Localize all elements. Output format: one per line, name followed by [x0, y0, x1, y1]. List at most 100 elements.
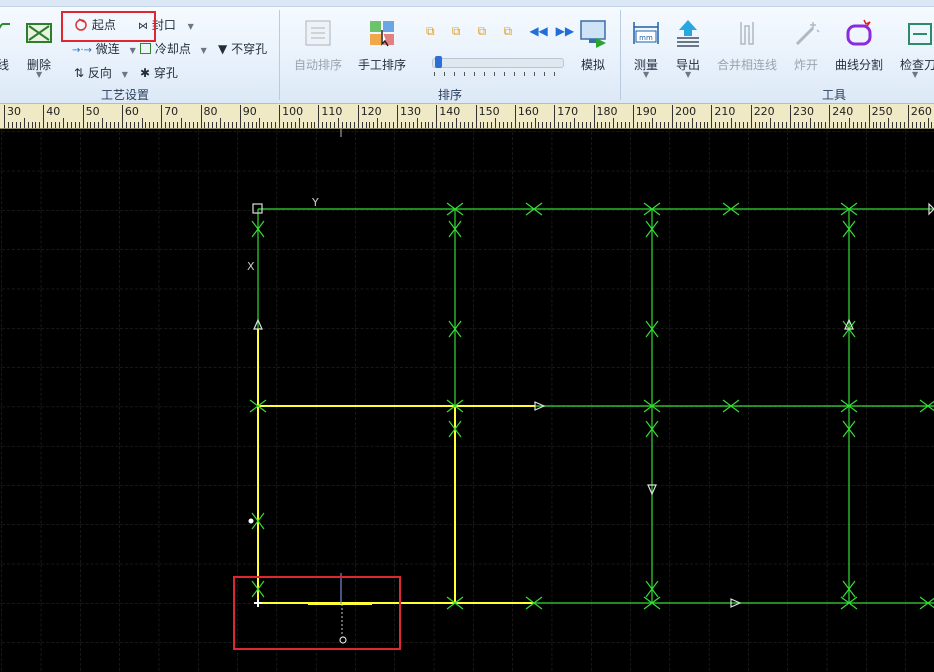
- ruler-label: 100: [282, 105, 304, 118]
- ruler-tick: [790, 105, 791, 128]
- ruler-tick: [581, 122, 583, 128]
- seal-dropdown-caret[interactable]: ▼: [188, 22, 194, 31]
- ruler-tick: [510, 122, 512, 128]
- ruler-tick: [389, 122, 391, 128]
- delete-dropdown-caret[interactable]: ▼: [36, 70, 42, 79]
- explode-button[interactable]: 炸开: [788, 18, 824, 72]
- ruler-tick: [923, 122, 925, 128]
- sort-next-icon[interactable]: ⧉: [478, 24, 492, 39]
- auto-sort-icon: [305, 20, 331, 46]
- delete-button[interactable]: 删除 ▼: [22, 18, 56, 79]
- axis-y-label: Y: [311, 196, 319, 209]
- ruler-label: 130: [400, 105, 421, 118]
- ruler-tick: [538, 122, 540, 128]
- rewind-icon[interactable]: ◀◀: [529, 24, 547, 38]
- ruler-tick: [373, 122, 375, 128]
- cooling-point-button[interactable]: 冷却点 ▼: [140, 40, 207, 57]
- ruler-tick: [727, 122, 729, 128]
- ruler-label: 250: [871, 105, 893, 118]
- ruler-tick: [593, 105, 595, 128]
- reverse-button[interactable]: ⇅ 反向 ▼: [74, 64, 128, 81]
- sort-order-icons: ⧉ ⧉ ⧉ ⧉ ◀◀ ▶▶: [426, 24, 574, 39]
- ruler-tick: [621, 122, 622, 128]
- sort-first-icon[interactable]: ⧉: [426, 24, 440, 39]
- ruler-tick: [876, 122, 878, 128]
- monitor-play-icon: [580, 20, 606, 48]
- ruler-tick: [133, 122, 135, 128]
- pierce-button[interactable]: ✱ 穿孔: [140, 64, 178, 81]
- ruler-tick: [330, 122, 332, 128]
- cooling-point-dropdown-caret[interactable]: ▼: [201, 46, 207, 55]
- ruler-tick: [432, 122, 434, 128]
- export-dropdown-caret[interactable]: ▼: [685, 70, 691, 79]
- ruler-tick: [467, 122, 469, 128]
- no-pierce-button[interactable]: ▼ 不穿孔: [218, 40, 267, 57]
- ruler-tick: [204, 122, 206, 128]
- ruler-tick: [7, 122, 9, 128]
- ruler-tick: [455, 118, 457, 128]
- ruler-tick: [290, 122, 292, 128]
- ruler-tick: [98, 122, 100, 128]
- ruler-tick: [149, 122, 151, 128]
- svg-text:mm: mm: [639, 34, 653, 42]
- ruler-tick: [424, 122, 426, 128]
- ruler-tick: [161, 105, 163, 128]
- cut-line-button[interactable]: 线: [0, 18, 12, 72]
- manual-sort-label: 手工排序: [357, 58, 406, 72]
- simulate-button[interactable]: 模拟: [574, 18, 612, 72]
- fast-forward-icon[interactable]: ▶▶: [556, 24, 574, 38]
- ruler-tick: [841, 122, 843, 128]
- ruler-tick: [412, 122, 414, 128]
- ruler-tick: [271, 122, 273, 128]
- slider-thumb[interactable]: [435, 56, 443, 68]
- auto-sort-button[interactable]: 自动排序: [290, 18, 346, 72]
- ruler-tick: [393, 122, 395, 128]
- ruler-tick: [793, 122, 795, 128]
- ruler-tick: [569, 122, 571, 128]
- simulation-speed-slider[interactable]: [432, 56, 564, 68]
- export-button[interactable]: 导出 ▼: [670, 18, 706, 79]
- reverse-dropdown-caret[interactable]: ▼: [122, 70, 128, 79]
- measure-button[interactable]: mm 测量 ▼: [628, 18, 664, 79]
- ruler-tick: [672, 105, 674, 128]
- ruler-tick: [39, 122, 41, 128]
- ruler-tick: [483, 122, 485, 128]
- ruler-tick: [357, 105, 359, 128]
- check-tool-dropdown-caret[interactable]: ▼: [912, 70, 918, 79]
- sort-last-icon[interactable]: ⧉: [503, 24, 517, 39]
- ruler-tick: [428, 122, 430, 128]
- ruler-tick: [326, 122, 328, 128]
- curve-split-label: 曲线分割: [834, 58, 883, 72]
- micro-joint-dropdown-caret[interactable]: ▼: [130, 46, 136, 55]
- check-tool-button[interactable]: 检查刀 ▼: [896, 18, 934, 79]
- ruler-tick: [255, 122, 257, 128]
- ruler-tick: [534, 118, 536, 128]
- ruler-tick: [664, 122, 666, 128]
- ruler-tick: [676, 122, 678, 128]
- ruler-tick: [172, 122, 174, 128]
- ruler-tick: [23, 118, 25, 128]
- ruler-tick: [420, 122, 422, 128]
- auto-sort-label: 自动排序: [293, 58, 342, 72]
- ruler-tick: [365, 122, 367, 128]
- ruler-label: 260: [910, 105, 932, 118]
- drawing-canvas[interactable]: Y X: [0, 129, 934, 672]
- ruler-tick: [59, 122, 61, 128]
- ruler-tick: [416, 118, 418, 128]
- axis-x-label: X: [247, 260, 255, 273]
- ruler-tick: [499, 122, 501, 128]
- micro-joint-button[interactable]: →·→ 微连 ▼: [72, 40, 136, 57]
- ruler-tick: [479, 122, 481, 128]
- ruler-tick: [318, 105, 320, 128]
- sort-prev-icon[interactable]: ⧉: [452, 24, 466, 39]
- ruler-label: 50: [85, 105, 100, 118]
- ruler-tick: [90, 122, 92, 128]
- tools-group-title: 工具: [822, 88, 847, 102]
- ruler-label: 150: [478, 105, 500, 118]
- measure-dropdown-caret[interactable]: ▼: [643, 70, 649, 79]
- merge-lines-button[interactable]: 合并相连线: [714, 18, 780, 72]
- curve-split-button[interactable]: 曲线分割: [832, 18, 886, 72]
- manual-sort-button[interactable]: 手工排序: [354, 18, 410, 72]
- ruler-tick: [78, 122, 80, 128]
- ruler-tick: [801, 122, 803, 128]
